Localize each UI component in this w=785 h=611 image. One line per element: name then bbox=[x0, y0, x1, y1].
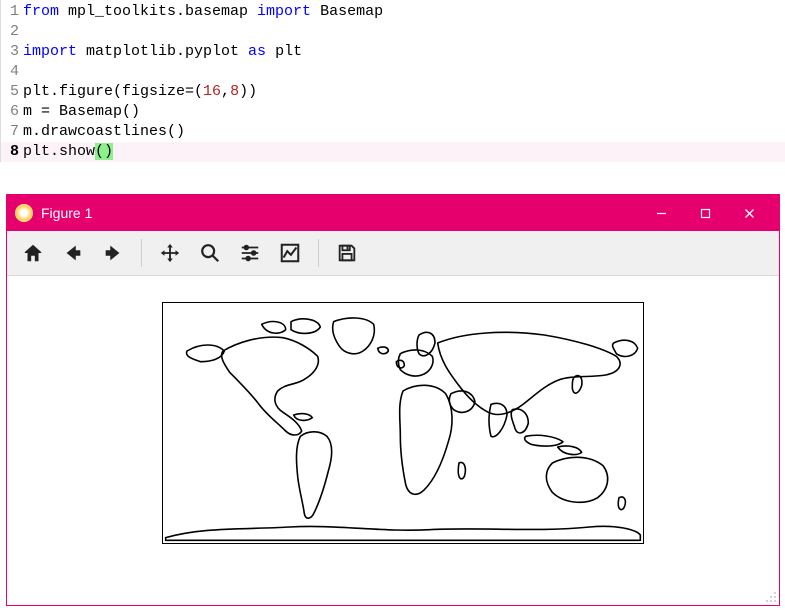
pan-button[interactable] bbox=[150, 234, 190, 272]
code-line[interactable]: 2 bbox=[1, 22, 785, 42]
code-line[interactable]: 1from mpl_toolkits.basemap import Basema… bbox=[1, 2, 785, 22]
line-number: 2 bbox=[1, 22, 23, 42]
code-text[interactable]: import matplotlib.pyplot as plt bbox=[23, 42, 302, 62]
line-number: 4 bbox=[1, 62, 23, 82]
minimize-button[interactable] bbox=[639, 195, 683, 231]
home-button[interactable] bbox=[13, 234, 53, 272]
line-number: 6 bbox=[1, 102, 23, 122]
code-text[interactable]: from mpl_toolkits.basemap import Basemap bbox=[23, 2, 383, 22]
maximize-button[interactable] bbox=[683, 195, 727, 231]
forward-button[interactable] bbox=[93, 234, 133, 272]
map-plot bbox=[162, 302, 644, 544]
code-text[interactable]: plt.show() bbox=[23, 142, 113, 162]
code-text[interactable]: m.drawcoastlines() bbox=[23, 122, 185, 142]
code-line[interactable]: 7m.drawcoastlines() bbox=[1, 122, 785, 142]
figure-canvas[interactable] bbox=[7, 276, 779, 605]
code-text[interactable]: plt.figure(figsize=(16,8)) bbox=[23, 82, 257, 102]
code-line[interactable]: 3import matplotlib.pyplot as plt bbox=[1, 42, 785, 62]
window-title: Figure 1 bbox=[41, 205, 639, 221]
code-text[interactable]: m = Basemap() bbox=[23, 102, 140, 122]
matplotlib-icon bbox=[15, 204, 33, 222]
close-button[interactable] bbox=[727, 195, 771, 231]
code-editor[interactable]: 1from mpl_toolkits.basemap import Basema… bbox=[0, 0, 785, 162]
code-line[interactable]: 6m = Basemap() bbox=[1, 102, 785, 122]
line-number: 5 bbox=[1, 82, 23, 102]
line-number: 1 bbox=[1, 2, 23, 22]
zoom-button[interactable] bbox=[190, 234, 230, 272]
line-number: 7 bbox=[1, 122, 23, 142]
save-button[interactable] bbox=[327, 234, 367, 272]
back-button[interactable] bbox=[53, 234, 93, 272]
code-line[interactable]: 4 bbox=[1, 62, 785, 82]
code-line[interactable]: 5plt.figure(figsize=(16,8)) bbox=[1, 82, 785, 102]
titlebar[interactable]: Figure 1 bbox=[7, 195, 779, 231]
line-number: 3 bbox=[1, 42, 23, 62]
resize-grip-icon[interactable] bbox=[763, 589, 777, 603]
code-line[interactable]: 8plt.show() bbox=[1, 142, 785, 162]
figure-toolbar bbox=[7, 231, 779, 276]
subplots-button[interactable] bbox=[230, 234, 270, 272]
line-number: 8 bbox=[1, 142, 23, 162]
figure-window: Figure 1 bbox=[6, 194, 780, 606]
edit-button[interactable] bbox=[270, 234, 310, 272]
